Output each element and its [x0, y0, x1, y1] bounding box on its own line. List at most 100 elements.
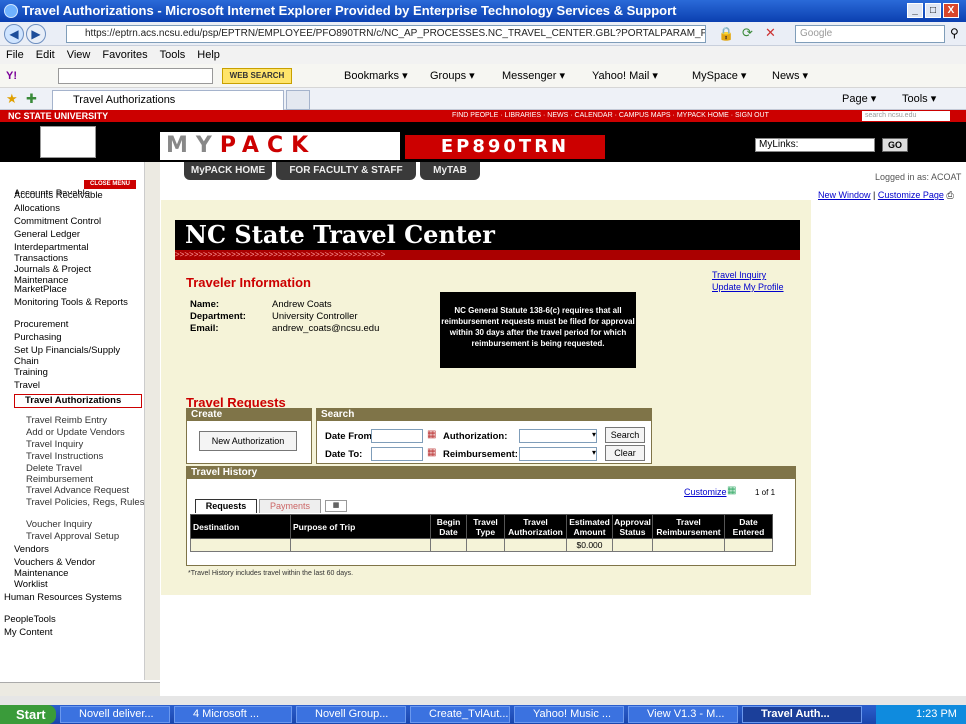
new-authorization-button[interactable]: New Authorization	[199, 431, 297, 451]
forward-button[interactable]: ▶	[26, 24, 46, 44]
task-travel-auth[interactable]: Travel Auth...	[742, 706, 862, 723]
sidebar-item-allocations[interactable]: Allocations	[14, 203, 138, 214]
authorization-select[interactable]: ▾	[519, 429, 597, 443]
sidebar-item-training[interactable]: Training	[14, 367, 138, 378]
sidebar-item-travel-instructions[interactable]: Travel Instructions	[26, 451, 150, 462]
sidebar-item-human-resources-systems[interactable]: Human Resources Systems	[4, 592, 128, 603]
reimbursement-select[interactable]: ▾	[519, 447, 597, 461]
tab-requests[interactable]: Requests	[195, 499, 257, 513]
bookmarks-button[interactable]: Bookmarks ▾	[344, 64, 408, 88]
task-novell-deliver[interactable]: Novell deliver...	[60, 706, 170, 723]
customize-link[interactable]: Customize	[684, 487, 727, 497]
date-from-input[interactable]	[371, 429, 423, 443]
sidebar-item-travel-inquiry[interactable]: Travel Inquiry	[26, 439, 150, 450]
minimize-button[interactable]: _	[907, 3, 923, 18]
yahoo-search-input[interactable]	[58, 68, 213, 84]
sidebar-item-add-or-update-vendors[interactable]: Add or Update Vendors	[26, 427, 150, 438]
clear-button[interactable]: Clear	[605, 445, 645, 461]
grid-view-icon[interactable]: ▦	[325, 500, 347, 512]
menu-horizontal-scrollbar[interactable]	[0, 682, 160, 696]
close-button[interactable]: X	[943, 3, 959, 18]
yahoo-mail-button[interactable]: Yahoo! Mail ▾	[592, 64, 658, 88]
search-input[interactable]: Google	[795, 25, 945, 43]
start-button[interactable]: Start	[0, 705, 56, 724]
sidebar-item-marketplace[interactable]: MarketPlace	[14, 284, 138, 295]
tab-payments[interactable]: Payments	[259, 499, 321, 513]
back-button[interactable]: ◀	[4, 24, 24, 44]
refresh-icon[interactable]: ⟳	[742, 25, 753, 41]
tab-faculty-staff[interactable]: FOR FACULTY & STAFF	[276, 162, 416, 180]
task-microsoft[interactable]: 4 Microsoft ...	[174, 706, 292, 723]
calendar-icon[interactable]: ▦	[427, 447, 436, 458]
print-icon[interactable]: ⎙	[946, 190, 953, 200]
search-button[interactable]: Search	[605, 427, 645, 443]
go-button[interactable]: GO	[882, 138, 908, 152]
sidebar-item-travel[interactable]: Travel	[14, 380, 138, 391]
ncsu-brand[interactable]: NC STATE UNIVERSITY	[8, 110, 108, 122]
sidebar-item-purchasing[interactable]: Purchasing	[14, 332, 138, 343]
sidebar-item-accounts-receivable[interactable]: Accounts Receivable	[14, 190, 138, 201]
messenger-button[interactable]: Messenger ▾	[502, 64, 565, 88]
task-view-v13[interactable]: View V1.3 - M...	[628, 706, 738, 723]
sidebar-item-vendors[interactable]: Vendors	[14, 544, 138, 555]
sidebar-item-general-ledger[interactable]: General Ledger	[14, 229, 138, 240]
sidebar-item-set-up-financials-supply-chain[interactable]: Set Up Financials/Supply Chain	[14, 345, 138, 367]
tab-travel-authorizations[interactable]: Travel Authorizations	[52, 90, 284, 110]
yahoo-logo-icon[interactable]: Y!	[6, 64, 17, 88]
groups-button[interactable]: Groups ▾	[430, 64, 475, 88]
sidebar-item-monitoring-tools-reports[interactable]: Monitoring Tools & Reports	[14, 297, 138, 308]
sidebar-item-delete-travel-reimbursement[interactable]: Delete Travel Reimbursement	[26, 463, 150, 485]
task-create-tvlaut[interactable]: Create_TvlAut...	[410, 706, 510, 723]
sidebar-item-my-content[interactable]: My Content	[4, 627, 128, 638]
customize-page-link[interactable]: Customize Page	[878, 190, 944, 200]
sidebar-item-interdepartmental-transactions[interactable]: Interdepartmental Transactions	[14, 242, 138, 264]
menu-help[interactable]: Help	[191, 49, 226, 61]
menu-file[interactable]: File	[0, 49, 30, 61]
mylinks-select[interactable]: MyLinks:	[755, 138, 875, 152]
favorites-star-icon[interactable]: ★	[6, 88, 18, 110]
sidebar-item-travel-reimb-entry[interactable]: Travel Reimb Entry	[26, 415, 150, 426]
address-bar[interactable]: https://eptrn.acs.ncsu.edu/psp/EPTRN/EMP…	[66, 25, 706, 43]
history-footnote: *Travel History includes travel within t…	[188, 570, 354, 577]
page-menu[interactable]: Page ▾	[842, 88, 876, 110]
tab-mypack-home[interactable]: MyPACK HOME	[184, 162, 272, 180]
search-icon[interactable]: ⚲	[950, 26, 959, 40]
portal-links[interactable]: FIND PEOPLE · LIBRARIES · NEWS · CALENDA…	[452, 110, 769, 122]
sidebar-item-vouchers-vendor-maintenance[interactable]: Vouchers & Vendor Maintenance	[14, 557, 138, 579]
news-button[interactable]: News ▾	[772, 64, 808, 88]
table-row[interactable]: $0.000	[190, 538, 773, 552]
menu-view[interactable]: View	[61, 49, 97, 61]
download-icon[interactable]: ▦	[727, 485, 736, 496]
tab-mytab[interactable]: MyTAB	[420, 162, 480, 180]
menu-scrollbar[interactable]	[144, 162, 160, 680]
travel-inquiry-link[interactable]: Travel Inquiry	[712, 270, 766, 280]
new-tab-button[interactable]	[286, 90, 310, 110]
sidebar-item-travel-approval-setup[interactable]: Travel Approval Setup	[26, 531, 150, 542]
tools-menu[interactable]: Tools ▾	[902, 88, 936, 110]
myspace-button[interactable]: MySpace ▾	[692, 64, 746, 88]
calendar-icon[interactable]: ▦	[427, 429, 436, 440]
ncsu-search-input[interactable]: search ncsu.edu	[862, 111, 950, 121]
task-yahoo-music[interactable]: Yahoo! Music ...	[514, 706, 624, 723]
menu-edit[interactable]: Edit	[30, 49, 61, 61]
sidebar-item-journals-project-maintenance[interactable]: Journals & Project Maintenance	[14, 264, 138, 286]
task-novell-group[interactable]: Novell Group...	[296, 706, 406, 723]
sidebar-item-voucher-inquiry[interactable]: Voucher Inquiry	[26, 519, 150, 530]
stop-icon[interactable]: ✕	[765, 25, 776, 41]
menu-tools[interactable]: Tools	[154, 49, 192, 61]
add-favorite-icon[interactable]: ✚	[26, 88, 37, 110]
web-search-button[interactable]: WEB SEARCH	[222, 68, 292, 84]
sidebar-item-commitment-control[interactable]: Commitment Control	[14, 216, 138, 227]
sidebar-item-peopletools[interactable]: PeopleTools	[4, 614, 128, 625]
date-to-input[interactable]	[371, 447, 423, 461]
menu-favorites[interactable]: Favorites	[96, 49, 153, 61]
sidebar-item-procurement[interactable]: Procurement	[14, 319, 138, 330]
clock[interactable]: 1:23 PM	[916, 708, 957, 720]
sidebar-item-travel-advance-request[interactable]: Travel Advance Request	[26, 485, 150, 496]
sidebar-item-travel-authorizations[interactable]: Travel Authorizations	[14, 394, 142, 408]
new-window-link[interactable]: New Window	[818, 190, 871, 200]
sidebar-item-travel-policies-regs-rules[interactable]: Travel Policies, Regs, Rules	[26, 497, 150, 508]
maximize-button[interactable]: □	[925, 3, 941, 18]
sidebar-item-worklist[interactable]: Worklist	[14, 579, 138, 590]
update-profile-link[interactable]: Update My Profile	[712, 282, 784, 292]
